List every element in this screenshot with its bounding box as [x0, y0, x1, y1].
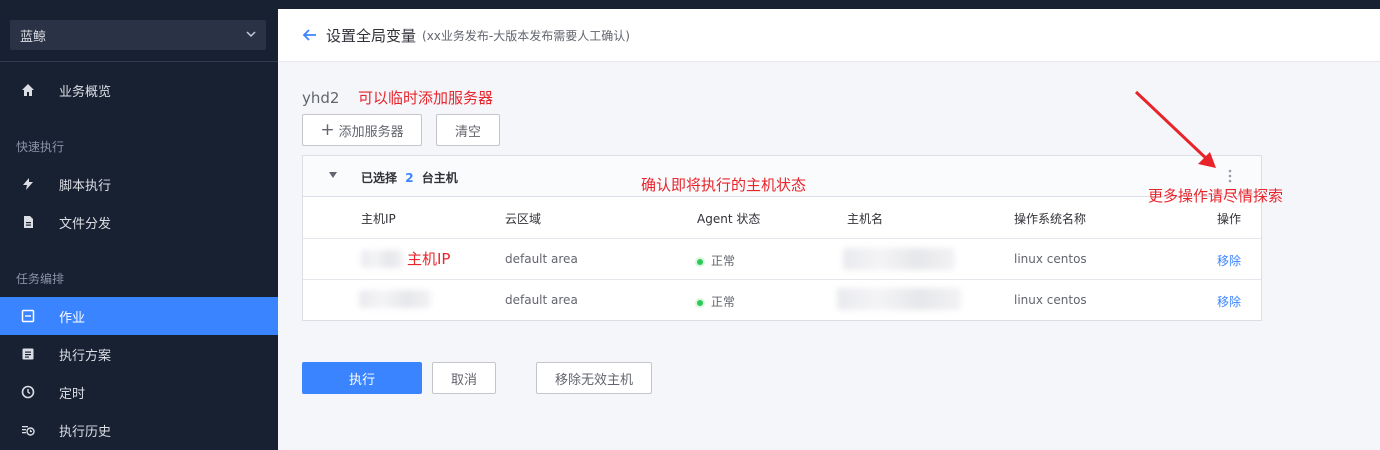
host-ip-redacted	[359, 290, 431, 308]
column-header-action: 操作	[1217, 212, 1242, 226]
hostname-redacted	[843, 248, 955, 270]
column-header-ip: 主机IP	[361, 212, 396, 226]
sidebar-item-label: 作业	[59, 310, 86, 326]
clock-icon	[20, 384, 36, 400]
row-divider	[303, 238, 1261, 239]
nav-group-quick-exec: 快速执行	[16, 140, 65, 154]
sidebar-item-cron[interactable]: 定时	[0, 373, 278, 411]
collapse-caret-icon[interactable]	[329, 172, 337, 178]
top-bar	[0, 0, 1380, 9]
row-divider	[303, 279, 1261, 280]
remove-host-link[interactable]: 移除	[1217, 252, 1241, 269]
annotation-arrow-icon	[1134, 90, 1216, 168]
remove-host-link[interactable]: 移除	[1217, 293, 1241, 310]
sidebar-divider	[0, 61, 278, 62]
lightning-icon	[20, 176, 36, 192]
annotation-host-ip: 主机IP	[407, 250, 451, 268]
annotation-confirm-hosts: 确认即将执行的主机状态	[641, 176, 807, 194]
sidebar-item-overview[interactable]: 业务概览	[0, 71, 278, 109]
cancel-label: 取消	[450, 372, 477, 388]
hostname-redacted	[837, 288, 961, 310]
business-selector[interactable]: 蓝鲸	[10, 20, 266, 50]
host-ip-redacted	[361, 250, 403, 268]
back-arrow-icon[interactable]	[302, 28, 318, 42]
agent-status-text: 正常	[711, 254, 736, 268]
clear-label: 清空	[454, 124, 481, 140]
column-header-agent: Agent 状态	[697, 212, 761, 226]
main-content: 设置全局变量 (xx业务发布-大版本发布需要人工确认) yhd2 可以临时添加服…	[278, 9, 1380, 450]
execute-label: 执行	[348, 372, 375, 388]
sidebar-item-label: 执行历史	[59, 424, 112, 440]
business-selector-value: 蓝鲸	[20, 29, 47, 45]
sidebar-item-plan[interactable]: 执行方案	[0, 335, 278, 373]
cell-agent-status: 正常	[697, 252, 735, 269]
cell-cloud-area: default area	[505, 252, 578, 266]
add-server-label: 添加服务器	[338, 124, 404, 140]
nav-group-orchestration: 任务编排	[16, 272, 65, 286]
cancel-button[interactable]: 取消	[432, 362, 496, 394]
selected-suffix: 台主机	[421, 171, 458, 185]
cell-os: linux centos	[1014, 293, 1087, 307]
selected-count: 2	[405, 171, 414, 185]
add-server-button[interactable]: + 添加服务器	[302, 114, 422, 146]
status-ok-icon	[697, 258, 703, 265]
sidebar-item-label: 业务概览	[59, 84, 112, 100]
sidebar-item-history[interactable]: 执行历史	[0, 411, 278, 449]
selected-prefix: 已选择	[361, 171, 398, 185]
plus-icon: +	[320, 120, 335, 140]
remove-invalid-hosts-button[interactable]: 移除无效主机	[536, 362, 652, 394]
sidebar-item-label: 定时	[59, 386, 86, 402]
remove-invalid-label: 移除无效主机	[554, 372, 633, 388]
annotation-add-server: 可以临时添加服务器	[358, 89, 494, 107]
column-header-cloud: 云区域	[505, 212, 542, 226]
sidebar-item-job[interactable]: 作业	[0, 297, 278, 335]
page-header: 设置全局变量 (xx业务发布-大版本发布需要人工确认)	[278, 9, 1380, 62]
clear-button[interactable]: 清空	[436, 114, 500, 146]
sidebar-item-label: 执行方案	[59, 348, 112, 364]
chevron-down-icon	[246, 31, 256, 38]
sidebar-item-file-dist[interactable]: 文件分发	[0, 203, 278, 241]
document-icon	[20, 214, 36, 230]
history-icon	[20, 422, 36, 438]
list-icon	[20, 346, 36, 362]
column-header-os: 操作系统名称	[1014, 212, 1087, 226]
sidebar-item-label: 文件分发	[59, 216, 112, 232]
host-panel: 已选择 2 台主机 确认即将执行的主机状态 主机IP 云区域 Agent 状态 …	[302, 155, 1262, 321]
execute-button[interactable]: 执行	[302, 362, 422, 394]
annotation-more-ops: 更多操作请尽情探索	[1148, 187, 1284, 205]
agent-status-text: 正常	[711, 295, 736, 309]
sidebar-item-script-exec[interactable]: 脚本执行	[0, 165, 278, 203]
cell-cloud-area: default area	[505, 293, 578, 307]
sidebar-item-label: 脚本执行	[59, 178, 112, 194]
sidebar: 蓝鲸 业务概览 快速执行 脚本执行 文件分发 任务编排 作业 执行方案 定时 执…	[0, 9, 278, 450]
job-icon	[20, 308, 36, 324]
column-header-hostname: 主机名	[847, 212, 884, 226]
cell-os: linux centos	[1014, 252, 1087, 266]
variable-name: yhd2	[302, 89, 340, 107]
cell-agent-status: 正常	[697, 293, 735, 310]
home-icon	[20, 82, 36, 98]
page-subtitle: (xx业务发布-大版本发布需要人工确认)	[422, 28, 630, 43]
status-ok-icon	[697, 299, 703, 306]
page-title: 设置全局变量	[326, 26, 417, 45]
selected-summary: 已选择 2 台主机	[361, 169, 458, 186]
